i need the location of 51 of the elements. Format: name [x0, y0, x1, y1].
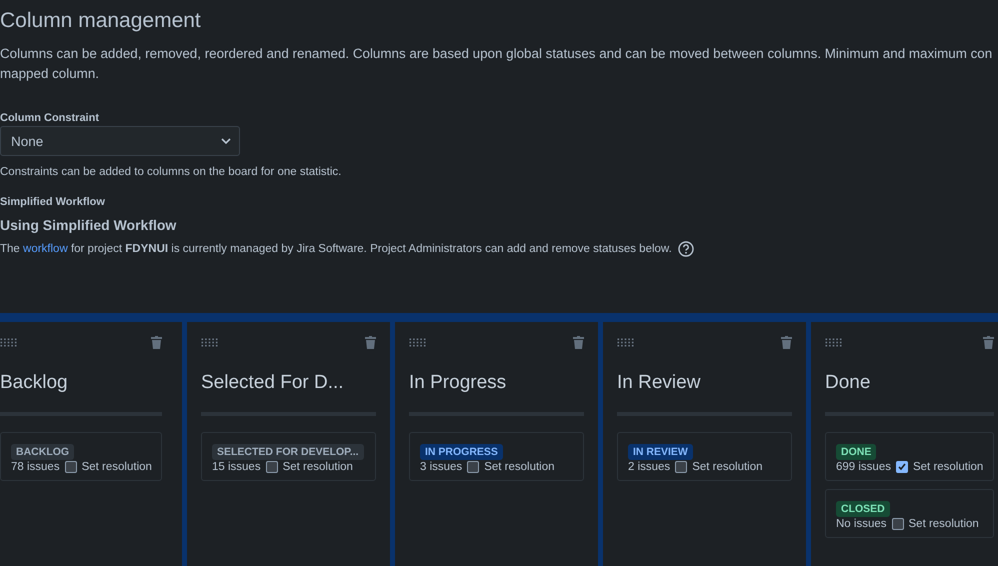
issue-count: 15 issues — [212, 461, 261, 473]
resolution-checkbox[interactable] — [266, 461, 278, 473]
status-lozenge: BACKLOG — [11, 444, 74, 460]
resolution-checkbox[interactable] — [896, 461, 908, 473]
column-title[interactable]: Selected For D... — [201, 370, 376, 396]
issue-count: 78 issues — [11, 461, 60, 473]
field-label: Column Constraint — [0, 111, 100, 126]
column-title[interactable]: In Review — [617, 370, 792, 396]
issue-count: 699 issues — [836, 461, 891, 473]
checkbox-label: Set resolution — [908, 518, 979, 530]
checkbox-label: Set resolution — [282, 461, 353, 473]
checkbox-label: Set resolution — [692, 461, 763, 473]
status-lozenge: CLOSED — [836, 501, 890, 517]
constraint-select[interactable]: None — [0, 126, 240, 156]
checkbox-label: Set resolution — [82, 461, 152, 473]
help-text: Constraints can be added to columns on the board for one statistic. — [0, 165, 342, 180]
trash-icon[interactable] — [983, 336, 994, 348]
trash-icon[interactable] — [151, 336, 162, 348]
workflow-link[interactable]: workflow — [23, 243, 68, 255]
drag-handle-icon[interactable] — [409, 338, 427, 346]
drag-handle-icon[interactable] — [617, 338, 635, 346]
resolution-checkbox[interactable] — [675, 461, 688, 473]
checkbox-label: Set resolution — [912, 461, 984, 473]
drag-handle-icon[interactable] — [0, 338, 18, 346]
description-text: mapped column. — [0, 65, 100, 83]
trash-icon[interactable] — [573, 336, 584, 348]
workflow-description: The workflow for project FDYNUI is currently managed by Jira Software. Project Administrators can add and remove statuses below. — [0, 242, 672, 257]
description-text: Columns can be added, removed, reordered and renamed. Columns are based upon global statuses and can be moved between columns. Minimum and maximum con — [0, 45, 994, 63]
status-lozenge: DONE — [836, 444, 876, 460]
trash-icon[interactable] — [365, 336, 376, 348]
status-lozenge: SELECTED FOR DEVELOP... — [212, 444, 364, 460]
resolution-checkbox[interactable] — [892, 518, 904, 530]
status-lozenge: IN PROGRESS — [420, 444, 503, 460]
trash-icon[interactable] — [781, 336, 792, 348]
resolution-checkbox[interactable] — [467, 461, 480, 473]
column-title[interactable]: Done — [825, 370, 994, 396]
drag-handle-icon[interactable] — [201, 338, 219, 346]
issue-count: 2 issues — [628, 461, 670, 473]
status-lozenge: IN REVIEW — [628, 444, 693, 460]
drag-handle-icon[interactable] — [825, 338, 843, 346]
page-title: Column management — [0, 8, 202, 34]
column-title[interactable]: Backlog — [0, 370, 162, 396]
resolution-checkbox[interactable] — [64, 461, 77, 473]
help-icon[interactable] — [678, 241, 694, 257]
checkbox-label: Set resolution — [484, 461, 555, 473]
chevron-down-icon — [221, 138, 231, 144]
section-heading: Using Simplified Workflow — [0, 216, 178, 235]
section-label: Simplified Workflow — [0, 195, 106, 210]
issue-count: 3 issues — [420, 461, 462, 473]
column-title[interactable]: In Progress — [409, 370, 584, 396]
issue-count: No issues — [836, 518, 886, 530]
